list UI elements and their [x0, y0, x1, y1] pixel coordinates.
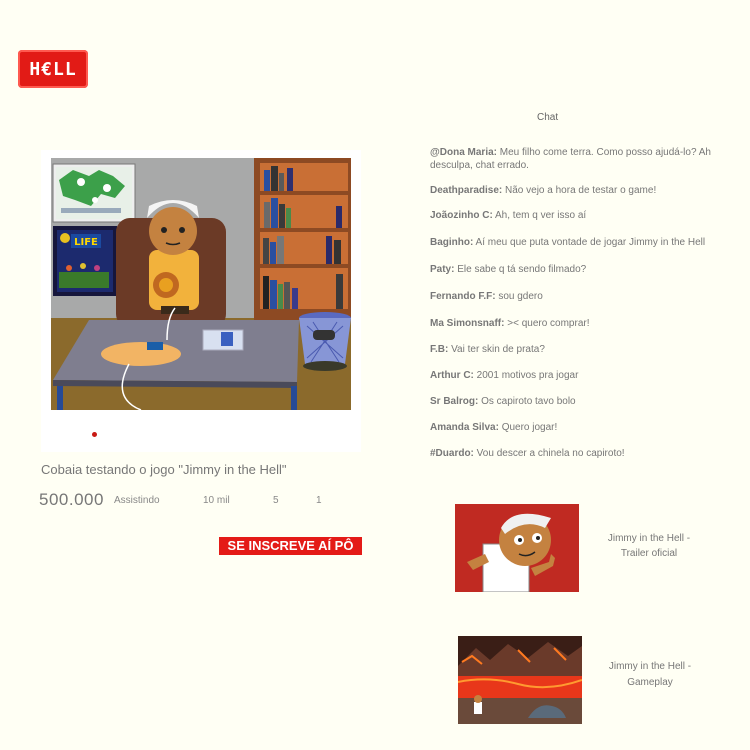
chat-message: Joãozinho C: Ah, tem q ver isso aí: [430, 209, 745, 222]
trash-bin: [299, 312, 351, 371]
chat-message: F.B: Vai ter skin de prata?: [430, 343, 745, 356]
chat-author: Arthur C:: [430, 370, 474, 381]
chat-text: Quero jogar!: [498, 422, 558, 433]
chat-author: F.B:: [430, 344, 449, 355]
chat-author: Paty:: [430, 264, 455, 275]
chat-text: Vai ter skin de prata?: [448, 344, 545, 355]
boy-character: [147, 200, 199, 314]
poster-title: LIFE: [74, 237, 98, 248]
chat-message: Paty: Ele sabe q tá sendo filmado?: [430, 263, 745, 276]
like-count[interactable]: 10 mil: [203, 495, 230, 506]
watching-label: Assistindo: [114, 495, 160, 506]
chat-text: Vou descer a chinela no capiroto!: [473, 448, 625, 459]
chat-message: @Dona Maria: Meu filho come terra. Como …: [430, 146, 745, 172]
view-count: 500.000: [39, 490, 104, 509]
chat-text: Os capiroto tavo bolo: [478, 396, 576, 407]
related-video-title[interactable]: Jimmy in the Hell - Trailer oficial: [597, 531, 701, 561]
subscribe-button[interactable]: SE INSCREVE AÍ PÔ: [219, 537, 362, 555]
related-video-title[interactable]: Jimmy in the Hell - Gameplay: [600, 659, 700, 691]
comment-count[interactable]: 5: [273, 495, 279, 506]
chat-text: Ah, tem q ver isso aí: [492, 210, 587, 221]
chat-author: Ma Simonsnaff:: [430, 318, 505, 329]
chat-author: Fernando F.F:: [430, 291, 496, 302]
life-poster: LIFE: [53, 226, 117, 296]
chat-messages: @Dona Maria: Meu filho come terra. Como …: [430, 146, 745, 460]
site-logo[interactable]: H€LL: [18, 50, 88, 88]
chat-author: #Duardo:: [430, 448, 474, 459]
chat-author: Amanda Silva:: [430, 422, 499, 433]
chat-message: Baginho: Aí meu que puta vontade de joga…: [430, 236, 745, 249]
chat-text: Aí meu que puta vontade de jogar Jimmy i…: [473, 237, 706, 248]
chat-text: sou gdero: [495, 291, 543, 302]
chat-message: Fernando F.F: sou gdero: [430, 290, 745, 303]
chat-message: Arthur C: 2001 motivos pra jogar: [430, 369, 745, 382]
bookshelf: [254, 158, 351, 320]
chat-text: >< quero comprar!: [504, 318, 590, 329]
chat-author: Joãozinho C:: [430, 210, 493, 221]
chat-message: #Duardo: Vou descer a chinela no capirot…: [430, 447, 745, 460]
chat-author: Baginho:: [430, 237, 474, 248]
chat-message: Ma Simonsnaff: >< quero comprar!: [430, 317, 745, 330]
progress-indicator[interactable]: [92, 432, 97, 437]
chat-author: @Dona Maria:: [430, 147, 497, 158]
chat-message: Deathparadise: Não vejo a hora de testar…: [430, 184, 745, 197]
related-video-thumbnail-trailer[interactable]: [455, 504, 579, 592]
video-title: Cobaia testando o jogo "Jimmy in the Hel…: [41, 462, 287, 477]
chat-text: 2001 motivos pra jogar: [473, 370, 579, 381]
chat-message: Amanda Silva: Quero jogar!: [430, 421, 745, 434]
chat-text: Não vejo a hora de testar o game!: [502, 185, 657, 196]
chat-message: Sr Balrog: Os capiroto tavo bolo: [430, 395, 745, 408]
chat-text: Ele sabe q tá sendo filmado?: [454, 264, 587, 275]
share-count[interactable]: 1: [316, 495, 322, 506]
related-video-thumbnail-gameplay[interactable]: [458, 636, 582, 724]
wall-map-picture: [52, 163, 136, 223]
chat-author: Deathparadise:: [430, 185, 503, 196]
video-frame[interactable]: LIFE: [51, 158, 351, 410]
chat-title: Chat: [537, 112, 559, 123]
chat-author: Sr Balrog:: [430, 396, 479, 407]
